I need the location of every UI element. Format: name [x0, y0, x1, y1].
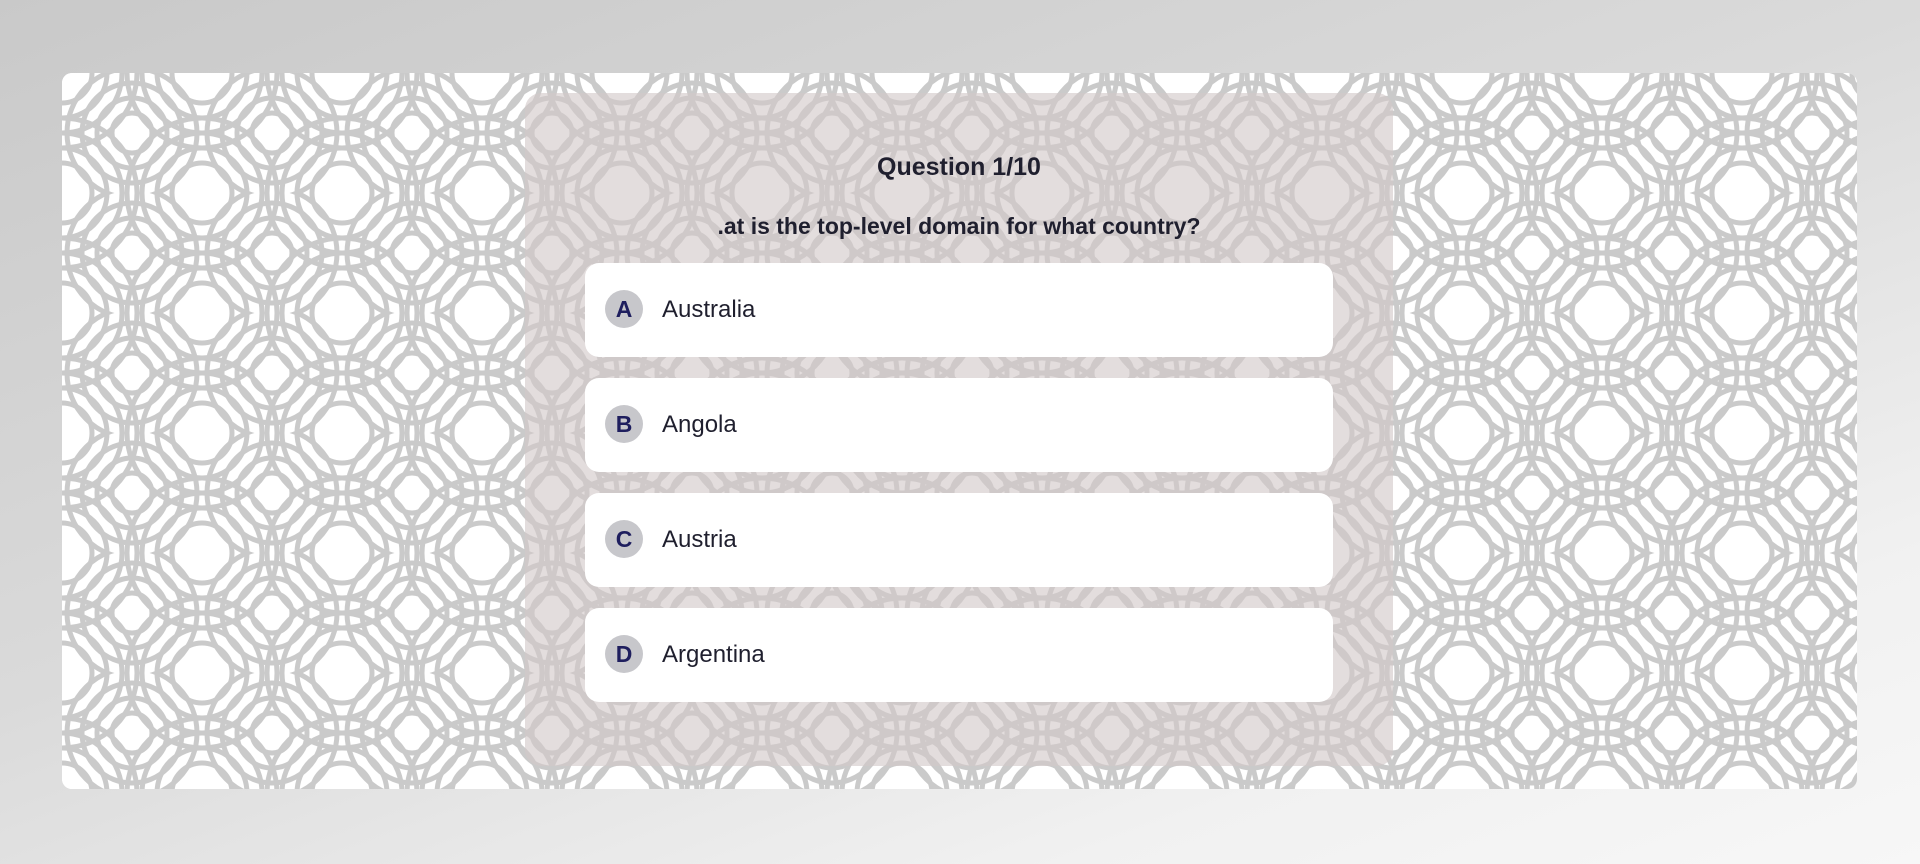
- answer-text-d: Argentina: [662, 641, 765, 668]
- answer-option-a[interactable]: A Australia: [585, 263, 1333, 357]
- answer-letter-a: A: [605, 290, 643, 328]
- answer-option-b[interactable]: B Angola: [585, 378, 1333, 472]
- answer-text-a: Australia: [662, 296, 756, 323]
- answer-letter-b: B: [605, 405, 643, 443]
- answer-text-c: Austria: [662, 526, 737, 553]
- answer-letter-c: C: [605, 520, 643, 558]
- answer-text-b: Angola: [662, 411, 737, 438]
- quiz-frame: Question 1/10 .at is the top-level domai…: [62, 73, 1857, 789]
- question-card: Question 1/10 .at is the top-level domai…: [525, 93, 1393, 766]
- question-counter: Question 1/10: [877, 153, 1041, 181]
- question-text: .at is the top-level domain for what cou…: [717, 213, 1201, 239]
- answer-option-c[interactable]: C Austria: [585, 493, 1333, 587]
- answer-list: A Australia B Angola C Austria D Argenti…: [585, 263, 1333, 723]
- answer-letter-d: D: [605, 635, 643, 673]
- answer-option-d[interactable]: D Argentina: [585, 608, 1333, 702]
